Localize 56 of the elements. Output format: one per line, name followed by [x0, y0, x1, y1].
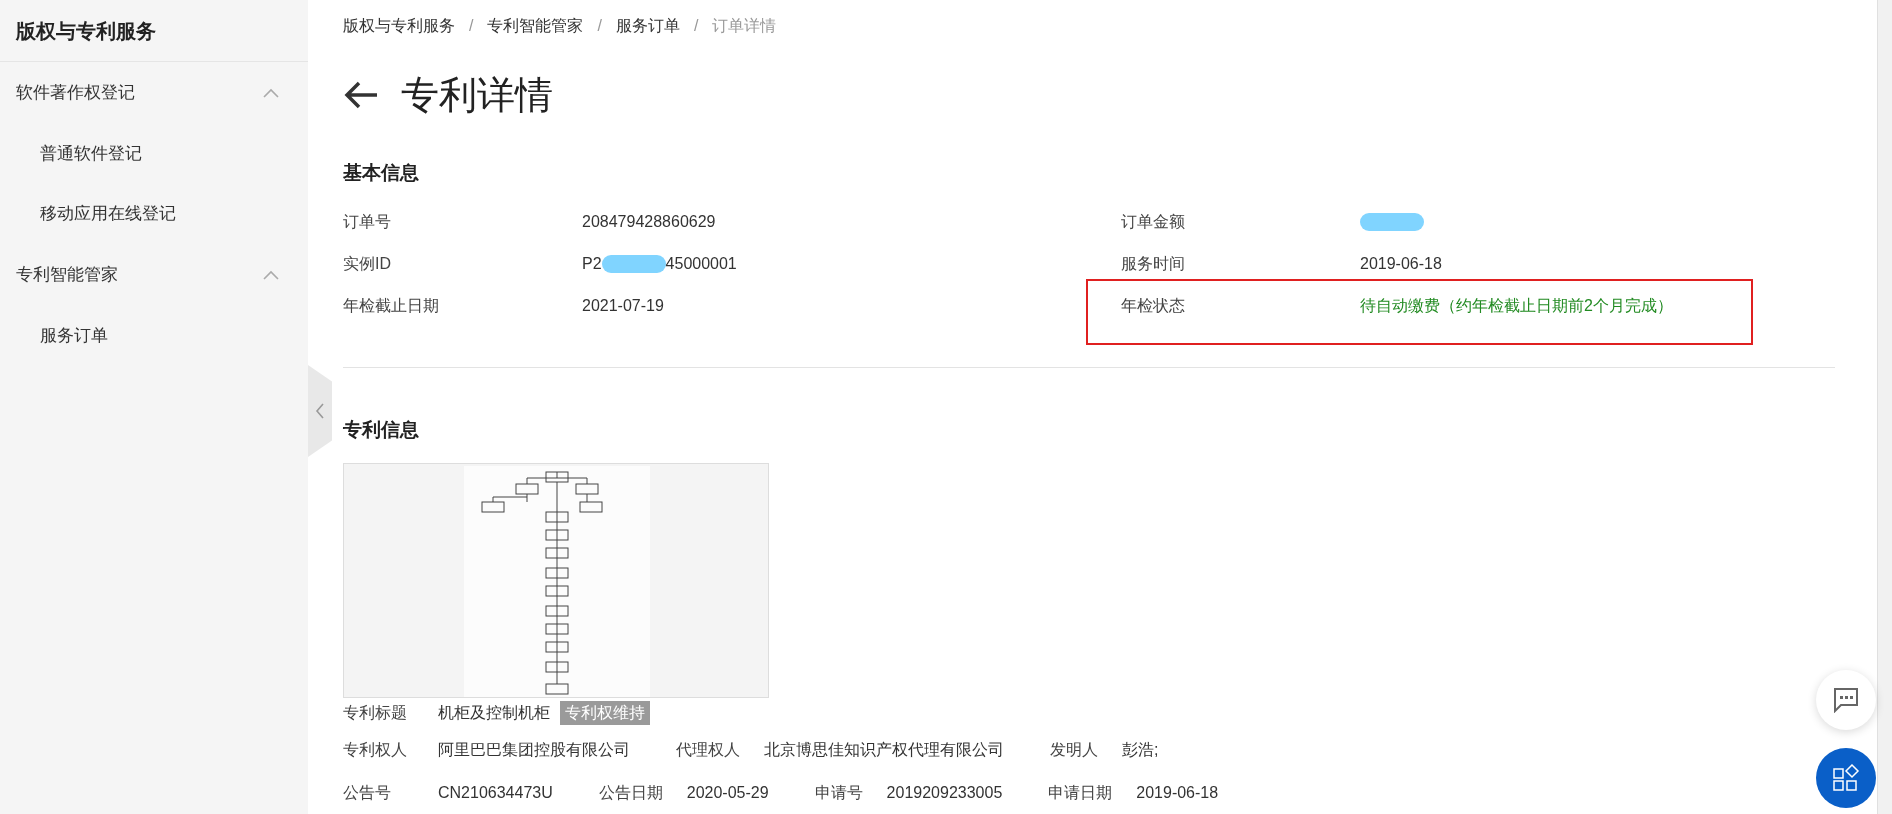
page-title: 专利详情	[401, 75, 553, 114]
section-title: 基本信息	[343, 160, 420, 185]
field-value: 2020-05-29	[686, 782, 769, 803]
field-label: 实例ID	[343, 254, 392, 275]
field-value: CN210634473U	[438, 782, 553, 803]
field-value: 北京博思佳知识产权代理有限公司	[764, 739, 1004, 760]
field-label: 发明人	[1050, 739, 1098, 760]
field-value: P2	[582, 254, 602, 275]
chevron-left-icon	[315, 402, 325, 420]
field-label: 专利标题	[343, 703, 408, 724]
back-arrow-icon[interactable]	[343, 79, 379, 110]
redaction-mark	[601, 255, 666, 274]
sidebar-group[interactable]: 专利智能管家	[0, 244, 308, 306]
breadcrumb-link[interactable]: 专利智能管家	[487, 14, 584, 39]
field-label: 年检状态	[1121, 296, 1186, 317]
breadcrumb-separator: /	[597, 16, 602, 37]
field-value: 2021-07-19	[582, 296, 664, 317]
field-label: 专利权人	[343, 739, 408, 760]
field-value: 2019209233005	[886, 782, 1003, 803]
field-label: 公告日期	[598, 782, 663, 803]
breadcrumb-current: 订单详情	[712, 16, 777, 37]
breadcrumb-link[interactable]: 服务订单	[615, 14, 680, 39]
field-label: 代理权人	[676, 739, 740, 760]
sidebar-item[interactable]: 普通软件登记	[0, 124, 308, 184]
chevron-up-icon	[262, 269, 280, 281]
chat-icon	[1833, 687, 1859, 713]
field-value: 机柜及控制机柜	[438, 703, 550, 724]
scrollbar[interactable]	[1877, 0, 1892, 814]
field-label: 申请日期	[1048, 782, 1113, 803]
field-value: 2019-06-18	[1360, 254, 1442, 275]
field-label: 订单金额	[1121, 212, 1186, 233]
field-value: 45000001	[665, 254, 737, 275]
field-label: 申请号	[814, 782, 863, 803]
field-value: 阿里巴巴集团控股有限公司	[438, 739, 630, 760]
field-label: 公告号	[343, 782, 392, 803]
breadcrumb-separator: /	[469, 16, 474, 37]
field-label: 服务时间	[1121, 254, 1186, 275]
sidebar-item[interactable]: 服务订单	[0, 306, 308, 366]
breadcrumb-link[interactable]: 版权与专利服务	[343, 14, 455, 39]
chevron-up-icon	[262, 87, 280, 99]
field-value: 208479428860629	[582, 212, 716, 233]
apps-icon	[1832, 764, 1860, 792]
field-value: 2019-06-18	[1136, 782, 1219, 803]
field-label: 订单号	[343, 212, 392, 233]
breadcrumb-separator: /	[693, 16, 699, 37]
sidebar-group[interactable]: 软件著作权登记	[0, 62, 308, 124]
redaction-mark	[1360, 213, 1424, 232]
sidebar-title: 版权与专利服务	[0, 0, 308, 62]
section-title: 专利信息	[343, 418, 420, 443]
field-value: 待自动缴费（约年检截止日期前2个月完成）	[1360, 296, 1673, 317]
sidebar-item[interactable]: 移动应用在线登记	[0, 184, 308, 244]
apps-button[interactable]	[1816, 748, 1876, 808]
chat-button[interactable]	[1816, 670, 1876, 730]
status-tag: 专利权维持	[560, 701, 650, 726]
field-value: 彭浩;	[1122, 739, 1159, 760]
field-label: 年检截止日期	[343, 296, 440, 317]
